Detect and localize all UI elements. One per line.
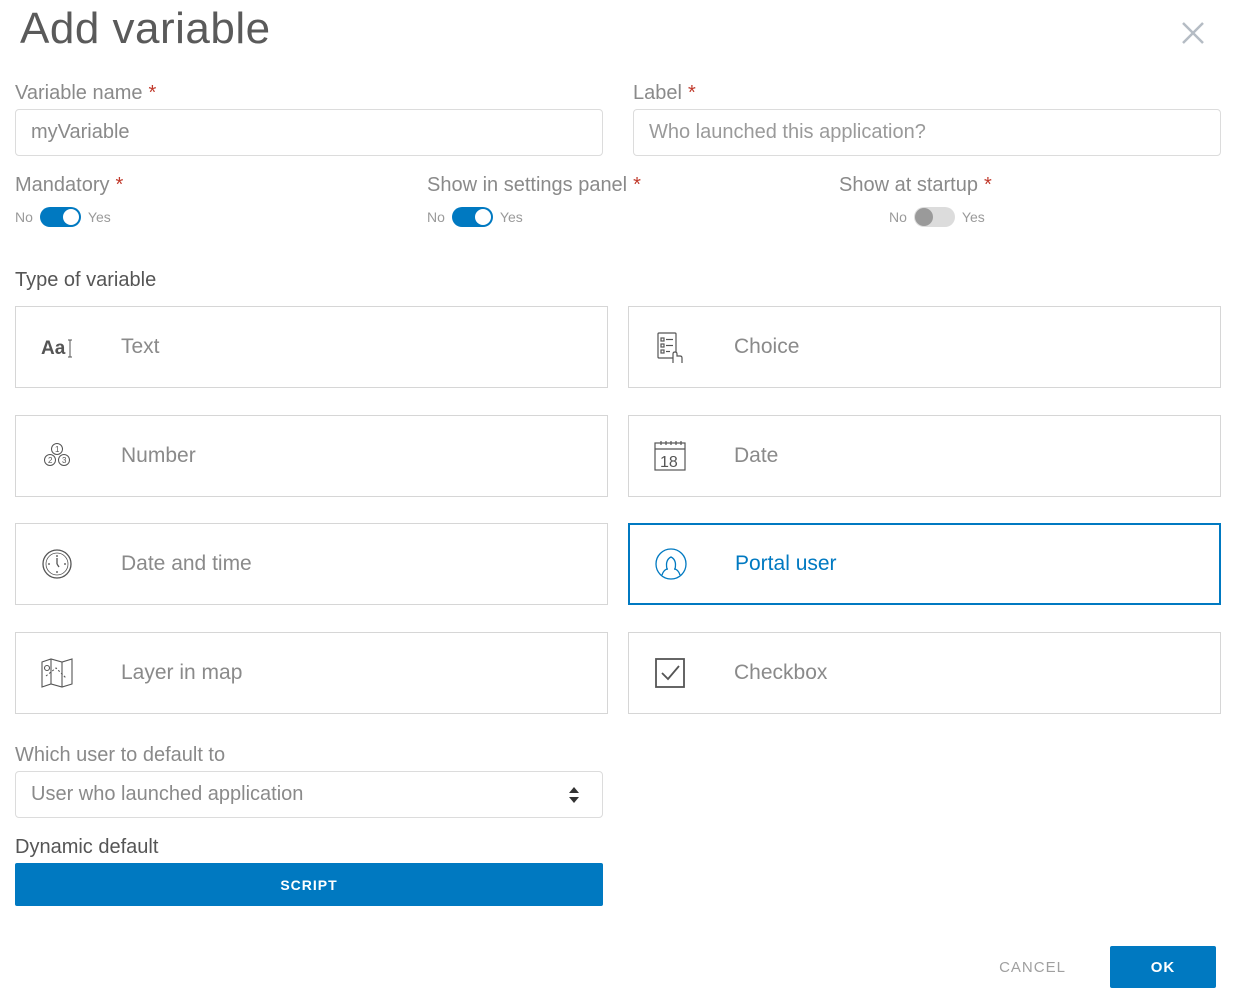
toggle-knob [914, 208, 933, 226]
ok-button[interactable]: OK [1110, 946, 1216, 988]
required-marker: * [148, 82, 157, 104]
required-marker: * [633, 174, 641, 196]
type-card-checkbox[interactable]: Checkbox [628, 632, 1221, 714]
mandatory-label: Mandatory * [15, 174, 124, 196]
type-card-date-and-time[interactable]: Date and time [15, 523, 608, 605]
required-marker: * [983, 174, 992, 196]
type-card-label: Checkbox [734, 661, 828, 684]
toggle-no-label: No [15, 209, 33, 225]
show-at-startup-label: Show at startup * [839, 174, 992, 196]
dialog-title: Add variable [20, 4, 271, 53]
checkbox-icon [653, 656, 687, 690]
close-icon[interactable] [1176, 16, 1210, 50]
cancel-button[interactable]: CANCEL [985, 946, 1080, 988]
required-marker: * [115, 174, 124, 196]
choice-list-icon [653, 330, 687, 364]
dynamic-default-label: Dynamic default [15, 836, 159, 858]
type-card-label: Choice [734, 335, 800, 358]
map-layer-icon [40, 656, 74, 690]
required-marker: * [687, 82, 696, 104]
show-in-settings-toggle[interactable] [451, 207, 493, 227]
number-icon-digit: 1 [55, 445, 60, 454]
number-icon-digit: 3 [62, 456, 67, 465]
type-card-label: Date [734, 444, 779, 467]
type-card-label: Date and time [121, 552, 252, 575]
variable-name-label: Variable name * [15, 82, 157, 104]
type-card-label: Portal user [735, 552, 837, 575]
toggle-yes-label: Yes [499, 209, 523, 225]
number-icon: 1 2 3 [40, 439, 74, 473]
show-in-settings-label: Show in settings panel * [427, 174, 641, 196]
select-arrows-icon [569, 787, 579, 803]
user-icon [654, 547, 688, 581]
type-card-text[interactable]: Aa Text [15, 306, 608, 388]
toggle-no-label: No [427, 209, 445, 225]
default-user-select[interactable]: User who launched application [15, 771, 603, 818]
label-input[interactable] [633, 109, 1221, 156]
toggle-yes-label: Yes [87, 209, 111, 225]
mandatory-toggle[interactable] [39, 207, 81, 227]
toggle-yes-label: Yes [961, 209, 985, 225]
default-user-label: Which user to default to [15, 744, 226, 766]
clock-icon [40, 547, 74, 581]
default-user-selected-value: User who launched application [31, 783, 304, 805]
type-card-portal-user[interactable]: Portal user [628, 523, 1221, 605]
type-card-label: Text [121, 335, 160, 358]
script-button[interactable]: SCRIPT [15, 863, 603, 906]
type-card-number[interactable]: 1 2 3 Number [15, 415, 608, 497]
type-card-choice[interactable]: Choice [628, 306, 1221, 388]
toggle-knob [474, 209, 491, 225]
mandatory-toggle-row: No Yes [15, 205, 111, 229]
calendar-icon: 18 [653, 439, 687, 473]
type-card-layer-in-map[interactable]: Layer in map [15, 632, 608, 714]
type-card-label: Number [121, 444, 196, 467]
toggle-no-label: No [889, 209, 907, 225]
show-in-settings-toggle-row: No Yes [427, 205, 523, 229]
variable-name-input[interactable] [15, 109, 603, 156]
show-at-startup-toggle-row: No Yes [889, 205, 985, 229]
toggle-knob [62, 209, 79, 225]
show-at-startup-toggle[interactable] [913, 207, 955, 227]
type-card-date[interactable]: 18 Date [628, 415, 1221, 497]
text-aa-icon: Aa [40, 330, 74, 364]
number-icon-digit: 2 [48, 456, 53, 465]
svg-text:Aa: Aa [41, 338, 66, 359]
label-field-label: Label * [633, 82, 696, 104]
type-card-label: Layer in map [121, 661, 243, 684]
type-of-variable-heading: Type of variable [15, 269, 157, 291]
calendar-day-number: 18 [660, 454, 678, 471]
